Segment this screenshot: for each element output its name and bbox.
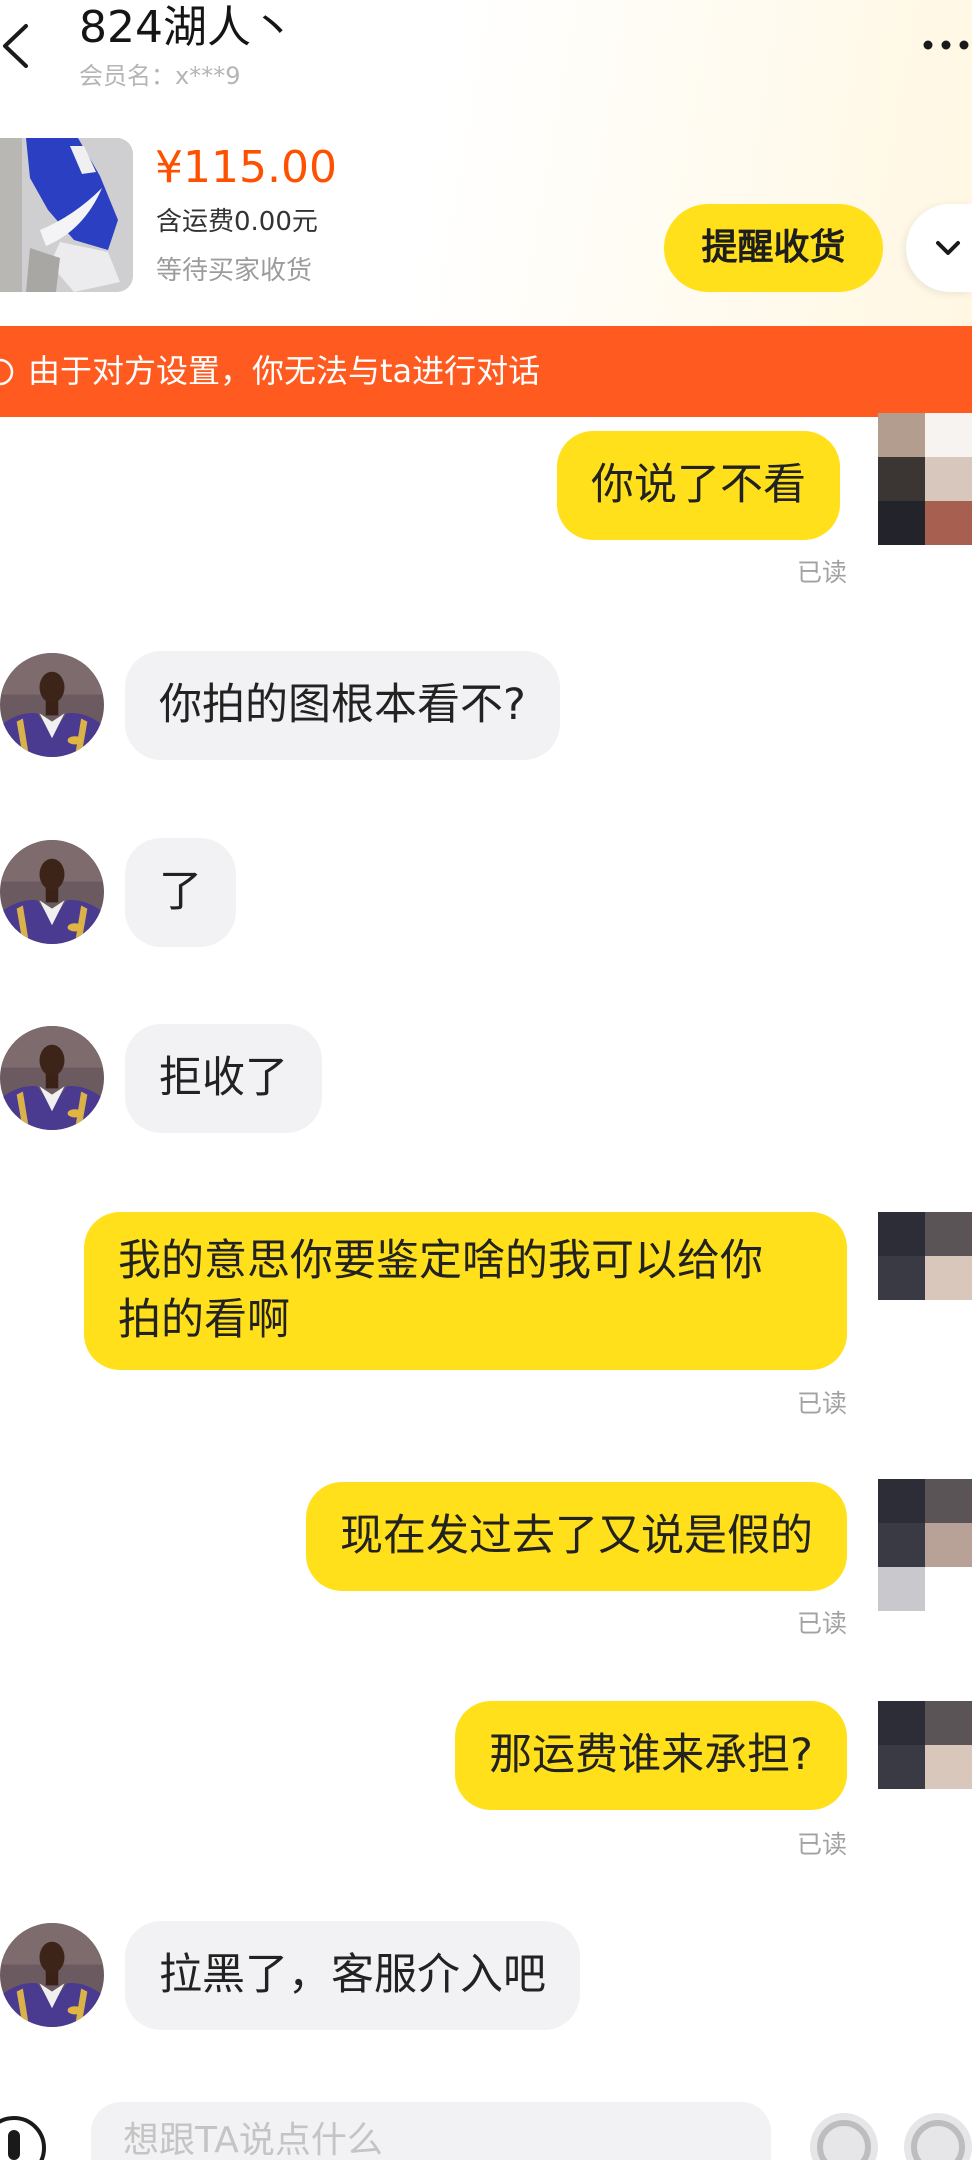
my-avatar[interactable]	[878, 1701, 972, 1789]
read-receipt: 已读	[796, 1830, 847, 1859]
avatar-pixel	[878, 501, 925, 545]
more-icon[interactable]	[922, 38, 970, 52]
avatar-pixel	[878, 457, 925, 501]
my-avatar[interactable]	[878, 1212, 972, 1300]
read-receipt: 已读	[796, 558, 847, 587]
read-receipt: 已读	[796, 1389, 847, 1418]
microphone-icon[interactable]	[0, 2108, 60, 2160]
order-status: 等待买家收货	[156, 256, 313, 286]
message-text: 你拍的图根本看不?	[159, 680, 526, 730]
chat-header: 824湖人丶 会员名：x***9 ¥115.00 含运费0.00元 等待买家收货…	[0, 0, 972, 326]
read-receipt: 已读	[796, 1609, 847, 1638]
avatar-pixel	[878, 1567, 925, 1611]
message-text: 拉黑了，客服介入吧	[159, 1950, 546, 2000]
avatar-pixel	[925, 1701, 972, 1745]
sneaker-image	[0, 138, 133, 292]
avatar-pixel	[878, 1745, 925, 1789]
message-text: 你说了不看	[591, 460, 806, 510]
message-input[interactable]: 想跟TA说点什么	[91, 2102, 771, 2160]
info-icon	[0, 358, 14, 386]
message-text: 现在发过去了又说是假的	[340, 1511, 813, 1561]
avatar-pixel	[925, 1523, 972, 1567]
input-placeholder: 想跟TA说点什么	[123, 2120, 383, 2160]
message-bubble-theirs[interactable]: 拉黑了，客服介入吧	[125, 1921, 580, 2030]
plus-icon[interactable]	[904, 2113, 972, 2160]
contact-photo	[0, 1923, 104, 2027]
contact-photo	[0, 653, 104, 757]
contact-photo	[0, 1026, 104, 1130]
message-bubble-mine[interactable]: 现在发过去了又说是假的	[306, 1482, 847, 1591]
avatar-pixel	[925, 501, 972, 545]
member-name: 会员名：x***9	[79, 62, 241, 90]
message-bubble-theirs[interactable]: 你拍的图根本看不?	[125, 651, 560, 760]
message-bubble-mine[interactable]: 我的意思你要鉴定啥的我可以给你 拍的看啊	[84, 1212, 847, 1370]
avatar-pixel	[878, 1479, 925, 1523]
blocked-notice-text: 由于对方设置，你无法与ta进行对话	[28, 352, 541, 390]
emoji-icon[interactable]	[810, 2113, 878, 2160]
message-text-line: 拍的看啊	[118, 1295, 290, 1345]
message-text: 了	[159, 867, 202, 917]
avatar-pixel	[925, 1567, 972, 1611]
message-bubble-theirs[interactable]: 了	[125, 838, 236, 947]
input-bar: 想跟TA说点什么	[0, 2093, 972, 2160]
contact-avatar[interactable]	[0, 653, 104, 757]
emoji-and-plus-icons	[810, 2113, 972, 2160]
avatar-pixel	[925, 413, 972, 457]
avatar-pixel	[878, 1256, 925, 1300]
product-thumbnail[interactable]	[0, 138, 133, 292]
my-avatar[interactable]	[878, 1479, 972, 1611]
contact-avatar[interactable]	[0, 1923, 104, 2027]
avatar-pixel	[925, 1745, 972, 1789]
message-text-line: 我的意思你要鉴定啥的我可以给你	[118, 1236, 763, 1286]
shipping-fee: 含运费0.00元	[156, 207, 318, 237]
contact-avatar[interactable]	[0, 1026, 104, 1130]
contact-photo	[0, 840, 104, 944]
avatar-pixel	[878, 1701, 925, 1745]
order-price: ¥115.00	[155, 142, 337, 193]
blocked-notice-banner: 由于对方设置，你无法与ta进行对话	[0, 326, 972, 417]
avatar-pixel	[925, 457, 972, 501]
avatar-pixel	[878, 1523, 925, 1567]
avatar-pixel	[925, 1212, 972, 1256]
avatar-pixel	[925, 1256, 972, 1300]
remind-receipt-button[interactable]: 提醒收货	[664, 204, 883, 292]
chat-screen: 824湖人丶 会员名：x***9 ¥115.00 含运费0.00元 等待买家收货…	[0, 0, 972, 2160]
avatar-pixel	[925, 1479, 972, 1523]
contact-name: 824湖人丶	[79, 2, 295, 53]
avatar-pixel	[878, 1212, 925, 1256]
my-avatar[interactable]	[878, 413, 972, 545]
message-bubble-mine[interactable]: 那运费谁来承担?	[455, 1701, 847, 1810]
message-bubble-theirs[interactable]: 拒收了	[125, 1024, 322, 1133]
chevron-left-icon[interactable]	[0, 22, 30, 70]
avatar-pixel	[878, 413, 925, 457]
expand-order-button[interactable]	[906, 204, 972, 292]
chevron-down-icon	[936, 241, 960, 255]
contact-avatar[interactable]	[0, 840, 104, 944]
message-bubble-mine[interactable]: 你说了不看	[557, 431, 840, 540]
message-text: 那运费谁来承担?	[489, 1730, 813, 1780]
message-text: 拒收了	[159, 1053, 288, 1103]
